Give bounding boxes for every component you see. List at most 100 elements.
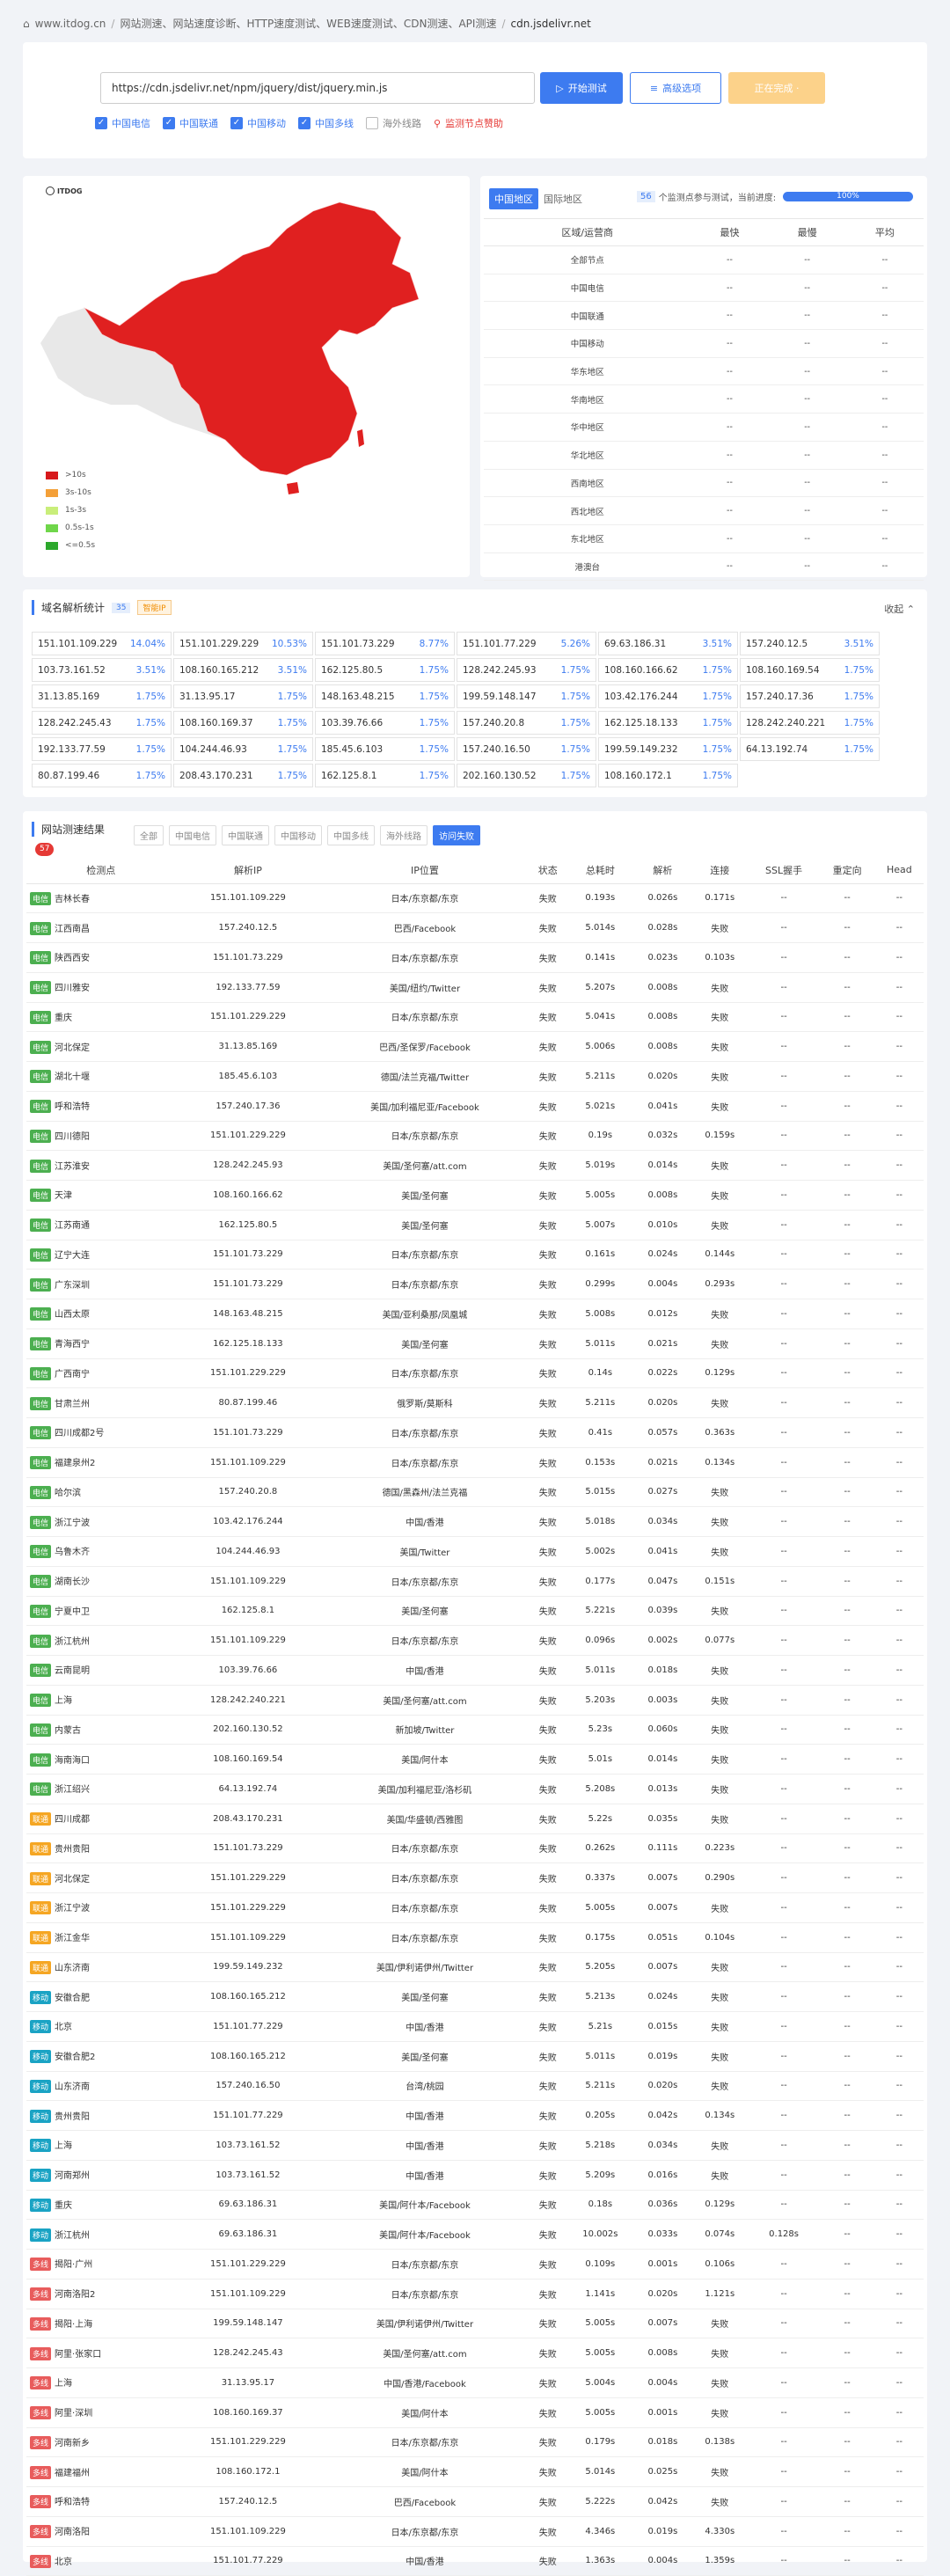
dns-ip-cell[interactable]: 103.39.76.66 1.75% <box>315 711 455 735</box>
result-row[interactable]: 移动 贵州贵阳 151.101.77.229 中国/香港 失败 0.205s 0.042s 0… <box>26 2100 924 2131</box>
result-row[interactable]: 电信 山西太原 148.163.48.215 美国/亚利桑那/凤凰城 失败 5.008s 0… <box>26 1299 924 1329</box>
dns-ip-cell[interactable]: 108.160.169.37 1.75% <box>173 711 313 735</box>
result-row[interactable]: 多线 揭阳·上海 199.59.148.147 美国/伊利诺伊州/Twitter 失败 5… <box>26 2309 924 2339</box>
filter-tab[interactable]: 中国多线 <box>327 825 375 845</box>
dns-ip-cell[interactable]: 108.160.166.62 1.75% <box>598 658 738 682</box>
result-row[interactable]: 电信 呼和浩特 157.240.17.36 美国/加利福尼亚/Facebook 失败 5.… <box>26 1091 924 1122</box>
dns-ip-cell[interactable]: 103.42.176.244 1.75% <box>598 684 738 708</box>
result-row[interactable]: 多线 呼和浩特 157.240.12.5 巴西/Facebook 失败 5.222s 0.0… <box>26 2486 924 2517</box>
region-row[interactable]: 西南地区 -- -- -- <box>484 469 924 498</box>
result-row[interactable]: 电信 四川雅安 192.133.77.59 美国/纽约/Twitter 失败 5.207s… <box>26 972 924 1003</box>
result-row[interactable]: 电信 湖北十堰 185.45.6.103 德国/法兰克福/Twitter 失败 5.211… <box>26 1061 924 1092</box>
result-row[interactable]: 多线 福建福州 108.160.172.1 美国/阿什本 失败 5.014s 0.025s 失… <box>26 2456 924 2487</box>
dns-ip-cell[interactable]: 128.242.240.221 1.75% <box>740 711 880 735</box>
checkbox-icon[interactable] <box>366 117 378 129</box>
region-row[interactable]: 华东地区 -- -- -- <box>484 357 924 386</box>
result-row[interactable]: 联通 浙江宁波 151.101.229.229 日本/东京都/东京 失败 5.005s 0.… <box>26 1892 924 1923</box>
advanced-options-button[interactable]: ≡ 高级选项 <box>630 72 721 104</box>
filter-tab[interactable]: 海外线路 <box>380 825 428 845</box>
dns-ip-cell[interactable]: 162.125.80.5 1.75% <box>315 658 455 682</box>
region-row[interactable]: 华北地区 -- -- -- <box>484 441 924 470</box>
dns-ip-cell[interactable]: 103.73.161.52 3.51% <box>32 658 172 682</box>
url-input[interactable]: https://cdn.jsdelivr.net/npm/jquery/dist… <box>100 72 535 104</box>
dns-ip-cell[interactable]: 208.43.170.231 1.75% <box>173 764 313 787</box>
checkbox-icon[interactable]: ✓ <box>298 117 311 129</box>
result-row[interactable]: 电信 上海 128.242.240.221 美国/圣何塞/att.com 失败 5.203… <box>26 1685 924 1716</box>
result-row[interactable]: 联通 山东济南 199.59.149.232 美国/伊利诺伊州/Twitter 失败 5.… <box>26 1952 924 1983</box>
dns-ip-cell[interactable]: 185.45.6.103 1.75% <box>315 737 455 761</box>
result-row[interactable]: 电信 天津 108.160.166.62 美国/圣何塞 失败 5.005s 0.008s 失败… <box>26 1180 924 1211</box>
filter-tab[interactable]: 中国电信 <box>169 825 216 845</box>
dns-ip-cell[interactable]: 151.101.77.229 5.26% <box>457 632 596 655</box>
result-row[interactable]: 移动 北京 151.101.77.229 中国/香港 失败 5.21s 0.015s 失败 --… <box>26 2011 924 2042</box>
dns-ip-cell[interactable]: 31.13.85.169 1.75% <box>32 684 172 708</box>
result-row[interactable]: 电信 浙江宁波 103.42.176.244 中国/香港 失败 5.018s 0.034s 失… <box>26 1506 924 1537</box>
result-row[interactable]: 联通 贵州贵阳 151.101.73.229 日本/东京都/东京 失败 0.262s 0.1… <box>26 1833 924 1864</box>
result-row[interactable]: 电信 甘肃兰州 80.87.199.46 俄罗斯/莫斯科 失败 5.211s 0.020s 失… <box>26 1387 924 1418</box>
result-row[interactable]: 电信 吉林长春 151.101.109.229 日本/东京都/东京 失败 0.193s 0.… <box>26 883 924 914</box>
dns-ip-cell[interactable]: 199.59.149.232 1.75% <box>598 737 738 761</box>
result-row[interactable]: 电信 江苏南通 162.125.80.5 美国/圣何塞 失败 5.007s 0.010s 失败… <box>26 1210 924 1240</box>
region-row[interactable]: 全部节点 -- -- -- <box>484 245 924 274</box>
line-checkbox[interactable]: ✓ 中国多线 <box>298 116 354 130</box>
result-row[interactable]: 电信 内蒙古 202.160.130.52 新加坡/Twitter 失败 5.23s 0.0… <box>26 1715 924 1745</box>
line-checkbox[interactable]: 海外线路 <box>366 116 421 130</box>
result-row[interactable]: 电信 浙江绍兴 64.13.192.74 美国/加利福尼亚/洛杉矶 失败 5.208s 0.… <box>26 1774 924 1804</box>
dns-ip-cell[interactable]: 69.63.186.31 3.51% <box>598 632 738 655</box>
dns-ip-cell[interactable]: 192.133.77.59 1.75% <box>32 737 172 761</box>
tab-international[interactable]: 国际地区 <box>538 188 588 209</box>
result-row[interactable]: 多线 河南洛阳2 151.101.109.229 日本/东京都/东京 失败 1.141s 0… <box>26 2279 924 2309</box>
dns-ip-cell[interactable]: 31.13.95.17 1.75% <box>173 684 313 708</box>
breadcrumb-home[interactable]: www.itdog.cn <box>35 18 106 30</box>
filter-tab[interactable]: 中国移动 <box>274 825 322 845</box>
dns-ip-cell[interactable]: 162.125.8.1 1.75% <box>315 764 455 787</box>
result-row[interactable]: 电信 陕西西安 151.101.73.229 日本/东京都/东京 失败 0.141s 0.0… <box>26 942 924 973</box>
result-row[interactable]: 联通 河北保定 151.101.229.229 日本/东京都/东京 失败 0.337s 0.… <box>26 1862 924 1893</box>
region-row[interactable]: 华南地区 -- -- -- <box>484 384 924 414</box>
result-row[interactable]: 多线 河南新乡 151.101.229.229 日本/东京都/东京 失败 0.179s 0.… <box>26 2427 924 2458</box>
breadcrumb-category[interactable]: 网站测速、网站速度诊断、HTTP速度测试、WEB速度测试、CDN测速、API测速 <box>120 16 496 31</box>
filter-tab[interactable]: 全部 <box>134 825 164 845</box>
region-row[interactable]: 东北地区 -- -- -- <box>484 524 924 553</box>
result-row[interactable]: 电信 河北保定 31.13.85.169 巴西/圣保罗/Facebook 失败 5.006… <box>26 1031 924 1062</box>
line-checkbox[interactable]: ✓ 中国联通 <box>163 116 218 130</box>
result-row[interactable]: 电信 福建泉州2 151.101.109.229 日本/东京都/东京 失败 0.153s 0… <box>26 1447 924 1478</box>
result-row[interactable]: 多线 上海 31.13.95.17 中国/香港/Facebook 失败 5.004s 0.0… <box>26 2367 924 2398</box>
result-row[interactable]: 移动 上海 103.73.161.52 中国/香港 失败 5.218s 0.034s 失败 --… <box>26 2130 924 2161</box>
region-row[interactable]: 华中地区 -- -- -- <box>484 413 924 442</box>
dns-ip-cell[interactable]: 157.240.17.36 1.75% <box>740 684 880 708</box>
filter-tab[interactable]: 访问失败 <box>433 825 480 845</box>
result-row[interactable]: 多线 河南洛阳 151.101.109.229 日本/东京都/东京 失败 4.346s 0.… <box>26 2516 924 2547</box>
result-row[interactable]: 电信 哈尔滨 157.240.20.8 德国/黑森州/法兰克福 失败 5.015s 0.02… <box>26 1477 924 1508</box>
home-icon[interactable]: ⌂ <box>23 18 30 30</box>
result-row[interactable]: 移动 河南郑州 103.73.161.52 中国/香港 失败 5.209s 0.016s 失败… <box>26 2160 924 2191</box>
region-row[interactable]: 中国电信 -- -- -- <box>484 274 924 303</box>
region-row[interactable]: 中国移动 -- -- -- <box>484 329 924 358</box>
checkbox-icon[interactable]: ✓ <box>230 117 243 129</box>
result-row[interactable]: 电信 青海西宁 162.125.18.133 美国/圣何塞 失败 5.011s 0.021s… <box>26 1328 924 1359</box>
dns-ip-cell[interactable]: 157.240.12.5 3.51% <box>740 632 880 655</box>
result-row[interactable]: 移动 山东济南 157.240.16.50 台湾/桃园 失败 5.211s 0.020s 失败… <box>26 2071 924 2102</box>
result-row[interactable]: 多线 北京 151.101.77.229 中国/香港 失败 1.363s 0.004s 1.3… <box>26 2546 924 2576</box>
dns-ip-cell[interactable]: 202.160.130.52 1.75% <box>457 764 596 787</box>
dns-ip-cell[interactable]: 80.87.199.46 1.75% <box>32 764 172 787</box>
result-row[interactable]: 移动 重庆 69.63.186.31 美国/阿什本/Facebook 失败 0.18s 0.… <box>26 2190 924 2221</box>
result-row[interactable]: 移动 安徽合肥2 108.160.165.212 美国/圣何塞 失败 5.011s 0.01… <box>26 2041 924 2072</box>
collapse-button[interactable]: 收起 ⌃ <box>884 602 915 616</box>
result-row[interactable]: 电信 广西南宁 151.101.229.229 日本/东京都/东京 失败 0.14s 0.0… <box>26 1358 924 1389</box>
result-row[interactable]: 联通 浙江金华 151.101.109.229 日本/东京都/东京 失败 0.175s 0.… <box>26 1922 924 1953</box>
dns-ip-cell[interactable]: 148.163.48.215 1.75% <box>315 684 455 708</box>
result-row[interactable]: 多线 阿里·张家口 128.242.245.43 美国/圣何塞/att.com 失败 5.… <box>26 2338 924 2368</box>
dns-ip-cell[interactable]: 199.59.148.147 1.75% <box>457 684 596 708</box>
dns-ip-cell[interactable]: 151.101.73.229 8.77% <box>315 632 455 655</box>
checkbox-icon[interactable]: ✓ <box>95 117 107 129</box>
result-row[interactable]: 电信 四川成都2号 151.101.73.229 日本/东京都/东京 失败 0.41s 0.… <box>26 1417 924 1448</box>
dns-ip-cell[interactable]: 128.242.245.93 1.75% <box>457 658 596 682</box>
running-button[interactable]: 正在完成 · <box>728 72 825 104</box>
checkbox-icon[interactable]: ✓ <box>163 117 175 129</box>
dns-ip-cell[interactable]: 108.160.172.1 1.75% <box>598 764 738 787</box>
start-test-button[interactable]: ▷ 开始测试 <box>540 72 623 104</box>
result-row[interactable]: 电信 浙江杭州 151.101.109.229 日本/东京都/东京 失败 0.096s 0.… <box>26 1625 924 1656</box>
result-row[interactable]: 电信 云南昆明 103.39.76.66 中国/香港 失败 5.011s 0.018s 失败 -… <box>26 1655 924 1686</box>
dns-ip-cell[interactable]: 64.13.192.74 1.75% <box>740 737 880 761</box>
